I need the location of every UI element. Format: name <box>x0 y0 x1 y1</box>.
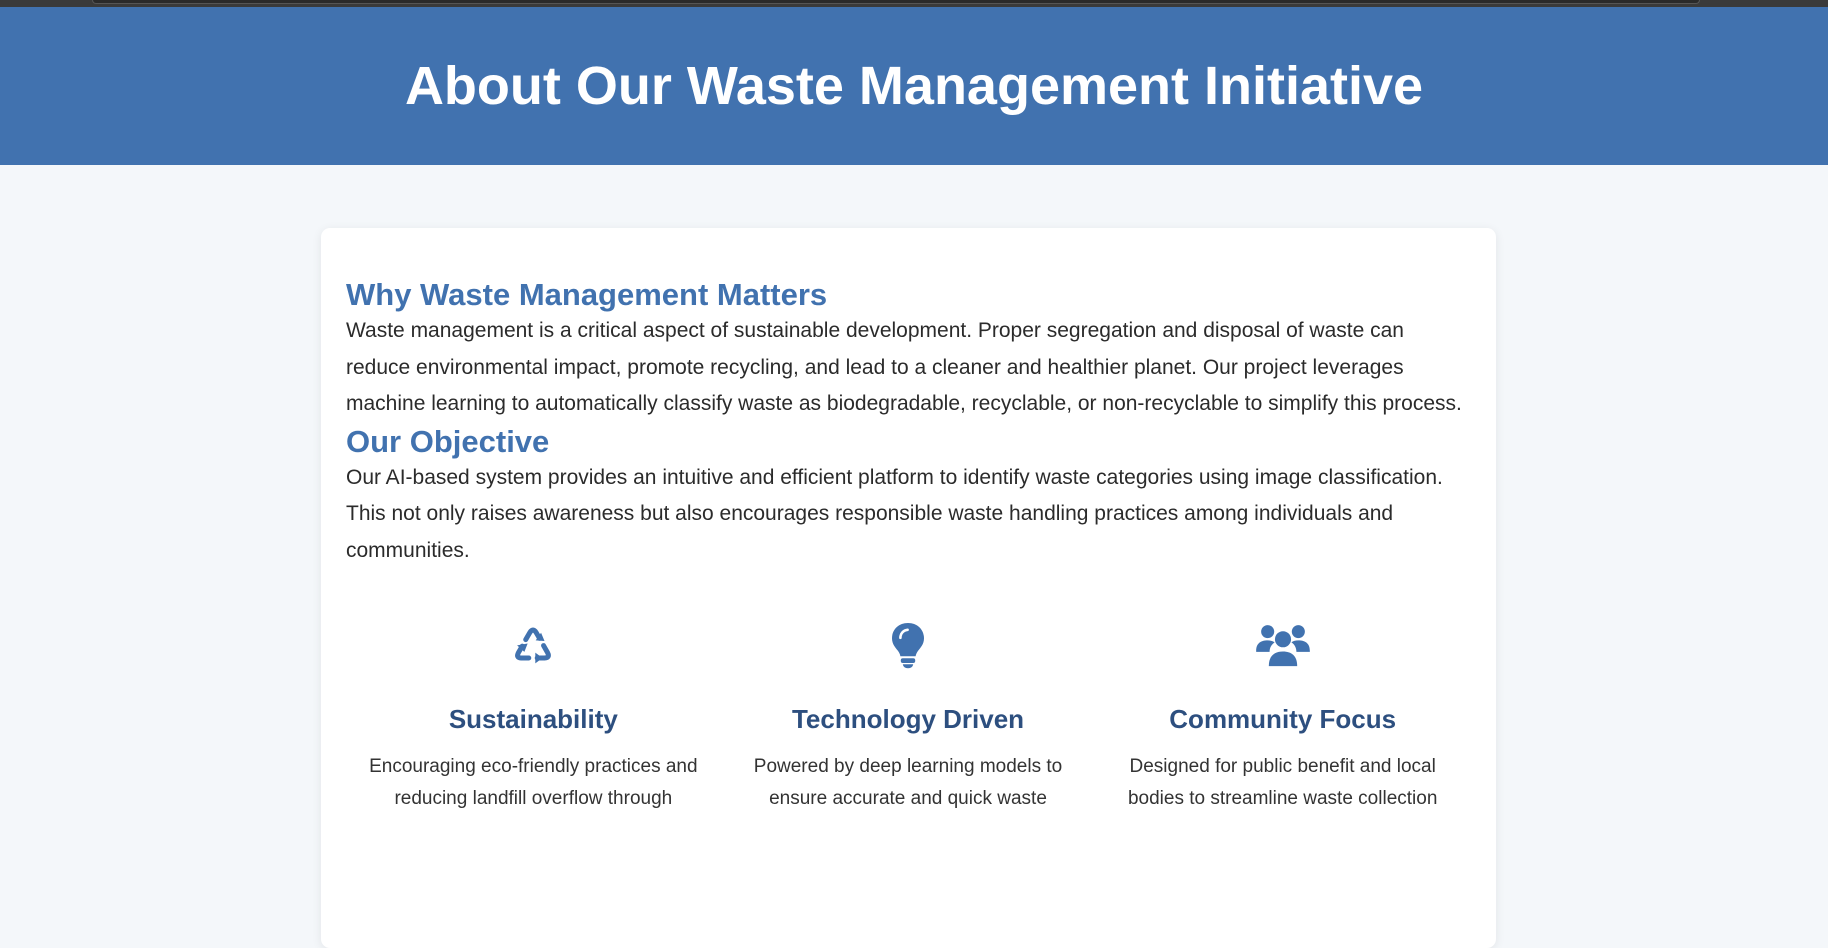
feature-text-community: Designed for public benefit and local bo… <box>1127 756 1438 810</box>
about-card: Why Waste Management Matters Waste manag… <box>321 228 1496 948</box>
browser-chrome-strip <box>0 0 1828 7</box>
section-text-why-matters: Waste management is a critical aspect of… <box>346 319 1462 416</box>
site-header: About Our Waste Management Initiative <box>0 7 1828 165</box>
feature-title-community: Community Focus <box>1169 704 1397 735</box>
feature-title-sustainability: Sustainability <box>448 704 618 735</box>
page-title: About Our Waste Management Initiative <box>404 56 1424 116</box>
feature-community: Community Focus Designed for public bene… <box>1095 617 1470 815</box>
feature-title-technology: Technology Driven <box>791 704 1025 735</box>
lightbulb-icon <box>721 617 1096 673</box>
section-title-why-matters: Why Waste Management Matters <box>346 277 828 312</box>
feature-sustainability: Sustainability Encouraging eco-friendly … <box>346 617 721 815</box>
feature-grid: Sustainability Encouraging eco-friendly … <box>346 617 1470 815</box>
feature-text-sustainability: Encouraging eco-friendly practices and r… <box>369 756 698 810</box>
feature-technology: Technology Driven Powered by deep learni… <box>721 617 1096 815</box>
section-text-objective: Our AI-based system provides an intuitiv… <box>346 465 1443 562</box>
recycle-icon <box>346 617 721 673</box>
address-bar-edge <box>92 0 1700 4</box>
feature-text-technology: Powered by deep learning models to ensur… <box>753 756 1063 810</box>
about-card-content: Why Waste Management Matters Waste manag… <box>321 228 1496 815</box>
users-icon <box>1095 617 1470 673</box>
section-title-objective: Our Objective <box>346 423 550 459</box>
